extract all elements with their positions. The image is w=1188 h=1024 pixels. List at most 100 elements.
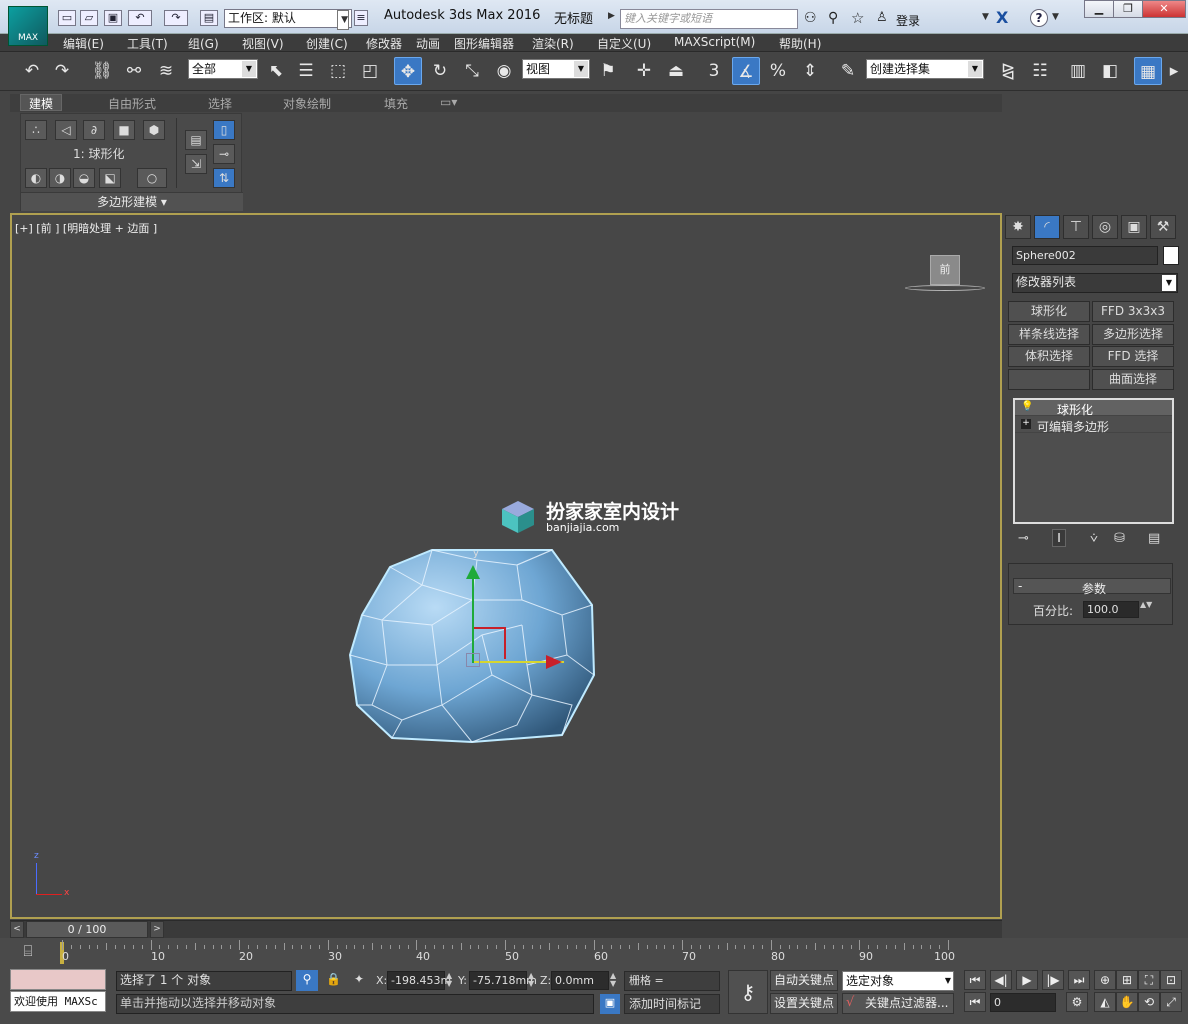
tab-modeling[interactable]: 建模 [20,94,63,111]
tab-object-paint[interactable]: 对象绘制 [283,95,331,112]
time-tag-icon[interactable]: ▣ [600,994,620,1014]
zoom-all-icon[interactable]: ⊞ [1116,970,1138,990]
key-filters-button[interactable]: 关键点过滤器... [842,993,954,1014]
viewport-label[interactable]: [+] [前 ] [明暗处理 + 边面 ] [15,220,157,236]
minimize-button[interactable]: ▁ [1084,0,1114,18]
display-panel-icon[interactable]: ▣ [1121,215,1147,239]
menu-maxscript[interactable]: MAXScript(M) [674,35,755,49]
scene-explorer-icon[interactable]: ◧ [1096,57,1124,85]
next-frame-icon[interactable]: > [150,921,164,938]
snaps-toggle-icon[interactable]: 3 [700,57,728,85]
menu-create[interactable]: 创建(C) [306,35,348,52]
spherify-button[interactable]: 球形化 [1008,301,1090,322]
layer-manager-icon[interactable]: ▥ [1064,57,1092,85]
next-modifier-icon[interactable]: ◑ [49,168,71,188]
y-spinner-icon[interactable]: ▲ ▼ [528,972,534,988]
y-coord-field[interactable]: -75.718mm [469,971,537,990]
help-dropdown-icon[interactable]: ▼ [1052,12,1059,22]
search-input[interactable]: 键入关键字或短语 [620,9,798,29]
surface-select-button[interactable]: 曲面选择 [1092,369,1174,390]
select-and-place-icon[interactable]: ◉ [490,57,518,85]
pan-view-icon[interactable]: ✋ [1116,992,1138,1012]
viewcube-icon[interactable]: 前 [930,255,960,285]
max-logo-icon[interactable]: MAX [8,6,48,46]
close-button[interactable]: ✕ [1142,0,1186,18]
select-and-move-icon[interactable]: ✥ [394,57,422,85]
time-slider-thumb[interactable]: 0 / 100 [26,921,148,938]
named-selection-sets-dropdown[interactable]: 创建选择集 ▼ [866,59,984,79]
window-crossing-icon[interactable]: ◰ [356,57,384,85]
utilities-panel-icon[interactable]: ⚒ [1150,215,1176,239]
motion-panel-icon[interactable]: ◎ [1092,215,1118,239]
previous-key-icon[interactable]: ◀| [990,970,1012,990]
unlink-icon[interactable]: ⚯ [120,57,148,85]
set-key-button[interactable]: 设置关键点 [770,993,838,1014]
tab-selection[interactable]: 选择 [208,95,232,112]
percent-spinner-arrows-icon[interactable]: ▲▼ [1140,601,1152,618]
hierarchy-panel-icon[interactable]: ⊤ [1063,215,1089,239]
vertex-mode-icon[interactable]: ∴ [25,120,47,140]
edit-named-selection-icon[interactable]: ✎ [834,57,862,85]
spline-select-button[interactable]: 样条线选择 [1008,324,1090,345]
object-color-swatch[interactable] [1163,246,1179,265]
menu-rendering[interactable]: 渲染(R) [532,35,574,52]
bind-spacewarp-icon[interactable]: ≋ [152,57,180,85]
go-to-end-icon[interactable]: ⏭ [1068,970,1090,990]
pin-stack-icon[interactable]: ⊸ [1018,531,1029,546]
gizmo-y-arrow-icon[interactable] [466,565,480,579]
play-icon[interactable]: ▶ [1016,970,1038,990]
z-spinner-icon[interactable]: ▲ ▼ [610,972,616,988]
selection-filter-dropdown[interactable]: 全部 ▼ [188,59,258,79]
tab-populate[interactable]: 填充 [384,95,408,112]
remove-modifier-icon[interactable]: ⇅ [213,168,235,188]
redo-quick-icon[interactable]: ↷ [164,10,188,26]
menu-group[interactable]: 组(G) [188,35,219,52]
welcome-listener[interactable]: 欢迎使用 MAXSc [10,991,106,1012]
previous-modifier-icon[interactable]: ◐ [25,168,47,188]
remove-modifier-stack-icon[interactable]: ⛁ [1114,531,1125,546]
track-bar-icon[interactable]: ⌸ [14,942,42,962]
select-and-link-icon[interactable]: ⛓ [88,57,116,85]
modifier-list-dropdown[interactable]: 修改器列表 ▼ [1012,273,1178,293]
polygon-modeling-dropdown[interactable]: 多边形建模 ▾ [21,192,243,211]
menu-help[interactable]: 帮助(H) [779,35,821,52]
set-key-icon[interactable]: ⚷ [728,970,768,1014]
communication-center-icon[interactable]: ⚲ [828,10,838,26]
spinner-snap-icon[interactable]: ⇕ [796,57,824,85]
favorites-star-icon[interactable]: ☆ [851,9,864,27]
add-time-tag-button[interactable]: 添加时间标记 [624,994,720,1014]
save-file-icon[interactable]: ▣ [104,10,122,26]
z-coord-field[interactable]: 0.0mm [551,971,609,990]
ribbon-options-icon[interactable]: ▭▾ [440,95,457,109]
percent-snap-icon[interactable]: % [764,57,792,85]
user-icon[interactable]: ♙ [876,10,888,25]
align-icon[interactable]: ☷ [1026,57,1054,85]
edge-mode-icon[interactable]: ◁ [55,120,77,140]
maximize-viewport-icon[interactable]: ⤢ [1160,992,1182,1012]
restore-button[interactable]: ❐ [1113,0,1143,18]
project-folder-icon[interactable]: ▤ [200,10,218,26]
login-dropdown-icon[interactable]: ▼ [982,12,989,22]
show-end-result-icon[interactable]: ▤ [185,130,207,150]
collapse-minus-icon[interactable]: - [1018,579,1022,593]
border-mode-icon[interactable]: ∂ [83,120,105,140]
modify-panel-icon[interactable]: ◜ [1034,215,1060,239]
search-expand-icon[interactable]: ▶ [608,11,615,21]
isolate-selection-icon[interactable]: ⚲ [296,970,318,991]
open-file-icon[interactable]: ▱ [80,10,98,26]
time-slider[interactable]: < 0 / 100 > [10,920,1002,938]
zoom-extents-all-icon[interactable]: ⊡ [1160,970,1182,990]
configure-modifier-sets-icon[interactable]: ▤ [1148,531,1160,546]
field-of-view-icon[interactable]: ◭ [1094,992,1116,1012]
poly-select-button[interactable]: 多边形选择 [1092,324,1174,345]
stack-item-editable-poly[interactable]: + 可编辑多边形 [1015,417,1172,434]
select-by-name-icon[interactable]: ☰ [292,57,320,85]
polygon-mode-icon[interactable]: ■ [113,120,135,140]
use-soft-selection-icon[interactable]: ▯ [213,120,235,140]
parameters-rollout-header[interactable]: - 参数 [1013,578,1171,596]
tab-freeform[interactable]: 自由形式 [108,95,156,112]
preview-selection-icon[interactable]: ⇲ [185,154,207,174]
undo-quick-icon[interactable]: ↶ [128,10,152,26]
keyboard-shortcut-override-icon[interactable]: ⏏ [662,57,690,85]
lightbulb-icon[interactable]: 💡 [1021,401,1033,412]
